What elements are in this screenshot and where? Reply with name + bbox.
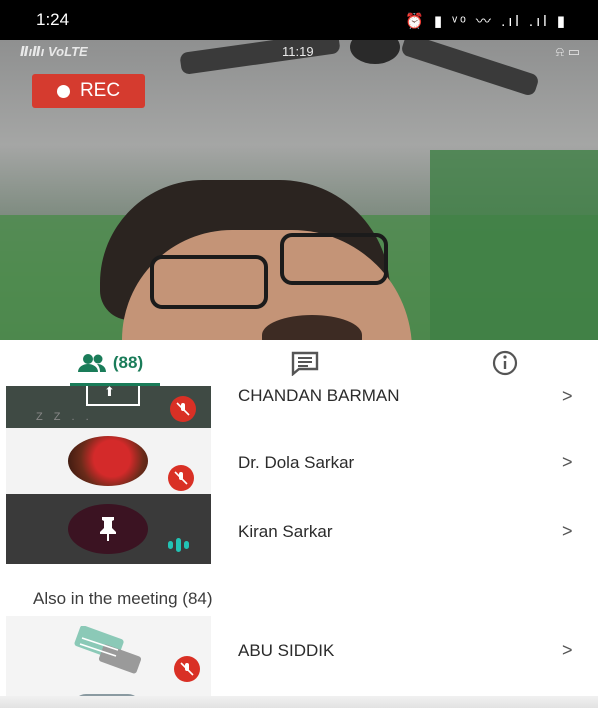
participant-name: Kiran Sarkar xyxy=(238,522,333,541)
record-dot-icon xyxy=(56,84,70,98)
chevron-right-icon[interactable]: > xyxy=(562,452,573,473)
people-count: (88) xyxy=(112,353,144,372)
mic-off-icon xyxy=(168,465,194,491)
info-icon xyxy=(492,350,518,376)
panel-tabs: (88) xyxy=(0,340,598,386)
tab-chat[interactable] xyxy=(270,340,340,386)
participant-thumbnail xyxy=(6,494,211,564)
list-bottom-edge xyxy=(0,696,598,708)
keyboard-logo-icon xyxy=(74,626,142,674)
status-bar: 1:24 ⏰ ▮ ᵛᵒ 〰 .ıl .ıl ▮ xyxy=(0,0,598,40)
people-icon xyxy=(77,354,106,372)
video-background-wall-right xyxy=(430,150,598,340)
participant-thumbnail xyxy=(6,616,211,696)
tab-people[interactable]: (88) xyxy=(40,340,180,386)
recording-badge: REC xyxy=(32,74,145,108)
participant-row[interactable]: Dr. Dola Sarkar > xyxy=(0,428,598,494)
participant-name: CHANDAN BARMAN xyxy=(238,386,400,405)
glasses-left-lens xyxy=(150,255,268,309)
avatar xyxy=(68,504,148,554)
speaking-indicator-icon xyxy=(168,538,189,552)
also-in-meeting-label: Also in the meeting (84) xyxy=(33,589,213,608)
inner-time: 11:19 xyxy=(282,44,314,59)
tab-info[interactable] xyxy=(470,340,540,386)
chevron-right-icon[interactable]: > xyxy=(562,521,573,542)
status-time: 1:24 xyxy=(36,10,70,29)
mic-off-icon xyxy=(174,656,200,682)
status-icons: ⏰ ▮ ᵛᵒ 〰 .ıl .ıl ▮ xyxy=(404,13,568,30)
chat-icon xyxy=(291,351,319,376)
participant-row[interactable]: Kiran Sarkar > xyxy=(0,494,598,564)
chevron-right-icon[interactable]: > xyxy=(562,386,573,407)
inner-icons: ⍾ ▭ xyxy=(555,44,580,59)
glasses-right-lens xyxy=(280,233,388,285)
upload-icon: ⬆ xyxy=(86,386,140,406)
participant-row[interactable]: ABU SIDDIK > xyxy=(0,616,598,696)
participant-name: Dr. Dola Sarkar xyxy=(238,453,355,472)
avatar xyxy=(68,436,148,486)
shared-screen-status-bar: ⅡıⅡı VoLTE 11:19 ⍾ ▭ xyxy=(20,44,580,62)
recording-label: REC xyxy=(79,80,121,101)
participant-name: ABU SIDDIK xyxy=(238,641,335,660)
chevron-right-icon[interactable]: > xyxy=(562,640,573,661)
participant-row[interactable]: ⬆ Z Z . . CHANDAN BARMAN > xyxy=(0,386,598,428)
main-video[interactable]: ⅡıⅡı VoLTE 11:19 ⍾ ▭ REC xyxy=(0,40,598,340)
mic-off-icon xyxy=(170,396,196,422)
pin-icon xyxy=(100,517,116,541)
inner-signal: ⅡıⅡı VoLTE xyxy=(20,44,88,59)
